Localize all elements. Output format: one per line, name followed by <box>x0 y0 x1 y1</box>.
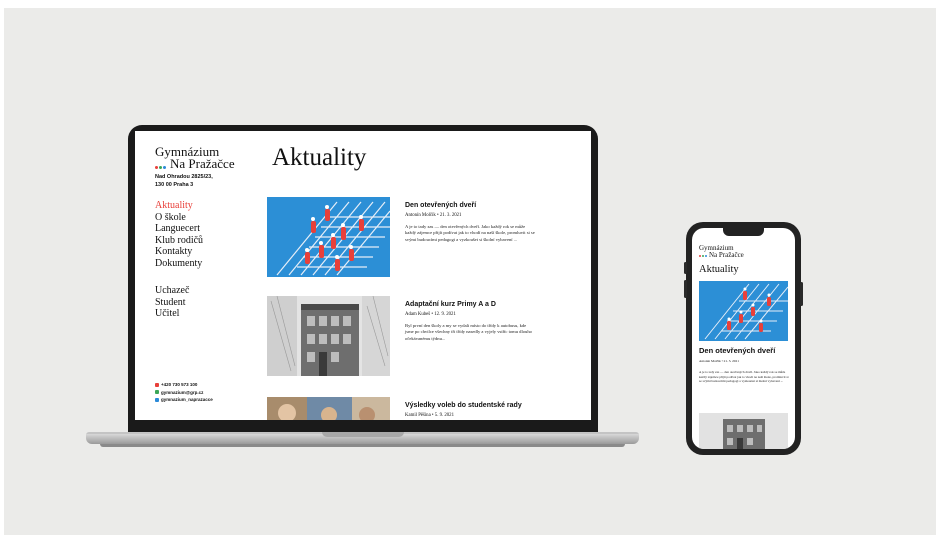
secondary-nav: Uchazeč Student Učitel <box>155 285 189 320</box>
phone-side-button <box>684 280 687 298</box>
nav-item-klub-rodicu[interactable]: Klub rodičů <box>155 235 203 247</box>
site-logo[interactable]: Gymnázium Na Pražačce <box>155 145 235 171</box>
laptop-opening-notch <box>322 432 404 437</box>
school-address: Nad Ohradou 2825/23, 130 00 Praha 3 <box>155 173 213 189</box>
nav-item-languecert[interactable]: Languecert <box>155 223 203 235</box>
address-line1: Nad Ohradou 2825/23, <box>155 174 213 180</box>
nav-item-kontakty[interactable]: Kontakty <box>155 246 203 258</box>
article-excerpt: A je to tady zas — den otevřených dveří.… <box>405 224 535 242</box>
phone-article-title[interactable]: Den otevřených dveří <box>699 346 775 355</box>
nav-item-o-skole[interactable]: O škole <box>155 212 203 224</box>
contact-email[interactable]: gymnazium@grp.cz <box>155 389 213 397</box>
article-meta: Kamil Pěšina • 5. 9. 2021 <box>405 413 454 418</box>
phone-side-button <box>684 262 687 274</box>
logo-line2: Na Pražačce <box>170 156 235 171</box>
article-meta: Antonín Molčík • 21. 3. 2021 <box>405 213 462 218</box>
contact-instagram[interactable]: gymnazium_naprazacce <box>155 396 213 404</box>
article-excerpt: Byl první den školy a my se vydali místo… <box>405 323 532 341</box>
phone-article-excerpt: A je to tady zas — den otevřených dveří.… <box>699 370 789 384</box>
page-title: Aktuality <box>272 144 367 171</box>
phone-icon <box>155 382 159 387</box>
contact-list: +420 730 573 100 gymnazium@grp.cz gymnaz… <box>155 381 213 404</box>
article-title[interactable]: Adaptační kurz Primy A a D <box>405 300 545 309</box>
address-line2: 130 00 Praha 3 <box>155 182 194 188</box>
article-title[interactable]: Den otevřených dveří <box>405 201 545 210</box>
phone-page-title: Aktuality <box>699 264 739 275</box>
article-image-building-sketch[interactable] <box>267 296 390 376</box>
contact-phone-text: +420 730 573 100 <box>161 382 198 387</box>
phone-article-meta: Antonín Molčík • 21. 3. 2021 <box>699 359 739 363</box>
nav-item-aktuality[interactable]: Aktuality <box>155 200 203 212</box>
phone-article-image-building-sketch[interactable] <box>699 413 788 449</box>
logo-dots-icon <box>699 252 708 259</box>
instagram-icon <box>155 397 159 402</box>
article-image-stairs[interactable] <box>267 197 390 277</box>
nav-item-student[interactable]: Student <box>155 297 189 309</box>
nav-item-uchazec[interactable]: Uchazeč <box>155 285 189 297</box>
phone-logo-line2: Na Pražačce <box>709 250 744 259</box>
article-meta: Adam Kubeš • 12. 9. 2021 <box>405 312 456 317</box>
nav-item-ucitel[interactable]: Učitel <box>155 308 189 320</box>
laptop-foot <box>100 444 625 447</box>
contact-phone[interactable]: +420 730 573 100 <box>155 381 213 389</box>
phone-site-logo[interactable]: Gymnázium Na Pražačce <box>699 245 744 258</box>
phone-notch <box>723 228 764 236</box>
nav-item-dokumenty[interactable]: Dokumenty <box>155 258 203 270</box>
laptop-screen: Gymnázium Na Pražačce Nad Ohradou 2825/2… <box>135 131 591 420</box>
article-image-students[interactable] <box>267 397 390 420</box>
contact-email-text: gymnazium@grp.cz <box>161 389 204 395</box>
article-title[interactable]: Výsledky voleb do studentské rady <box>405 401 545 410</box>
phone-article-image-stairs[interactable] <box>699 281 788 341</box>
email-icon <box>155 390 159 395</box>
phone-screen: Gymnázium Na Pražačce Aktuality Den otev… <box>692 228 795 449</box>
logo-dots-icon <box>155 159 167 171</box>
contact-instagram-text: gymnazium_naprazacce <box>161 397 213 402</box>
primary-nav: Aktuality O škole Languecert Klub rodičů… <box>155 200 203 269</box>
phone-side-button <box>800 282 803 306</box>
